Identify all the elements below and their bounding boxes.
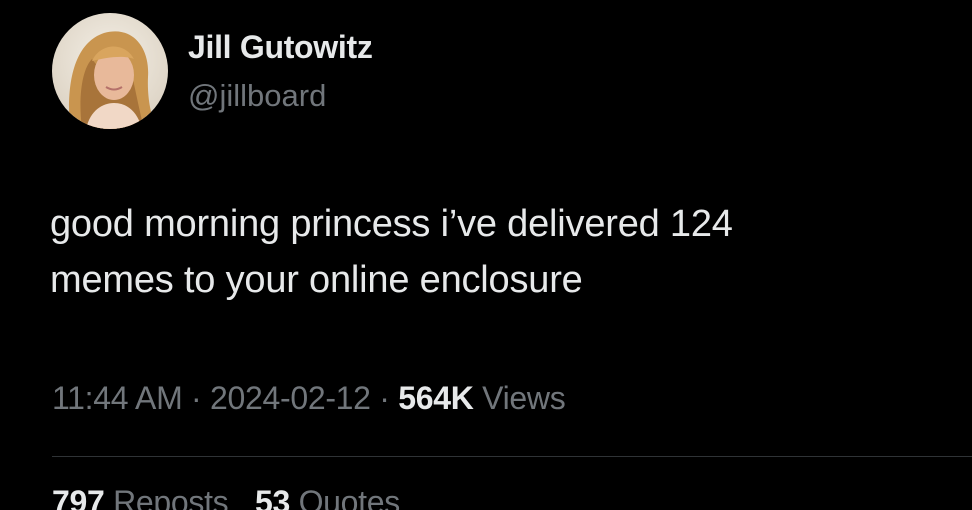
author-handle[interactable]: @jillboard xyxy=(188,78,326,114)
meta-separator: · xyxy=(191,380,202,416)
avatar-image xyxy=(52,13,168,129)
reposts-label: Reposts xyxy=(113,484,229,510)
divider xyxy=(52,456,972,457)
views-label: Views xyxy=(482,380,566,416)
author-name[interactable]: Jill Gutowitz xyxy=(188,29,373,66)
views-count: 564K xyxy=(398,380,474,416)
tweet-text-line: good morning princess i’ve delivered 124 xyxy=(50,203,733,245)
reposts-stat[interactable]: 797 Reposts xyxy=(52,484,229,510)
tweet-text: good morning princess i’ve delivered 124… xyxy=(50,196,930,308)
quotes-count: 53 xyxy=(254,484,290,510)
tweet-date[interactable]: 2024-02-12 xyxy=(210,380,371,416)
avatar[interactable] xyxy=(52,13,168,129)
tweet-text-line: memes to your online enclosure xyxy=(50,259,583,301)
tweet-meta: 11:44 AM · 2024-02-12 · 564K Views xyxy=(52,380,566,417)
reposts-count: 797 xyxy=(52,484,105,510)
quotes-stat[interactable]: 53 Quotes xyxy=(255,484,400,510)
tweet-stats: 797 Reposts 53 Quotes xyxy=(52,484,418,510)
tweet-time[interactable]: 11:44 AM xyxy=(52,380,183,416)
tweet-detail: Jill Gutowitz @jillboard good morning pr… xyxy=(0,0,972,510)
meta-separator: · xyxy=(379,380,390,416)
quotes-label: Quotes xyxy=(298,484,401,510)
